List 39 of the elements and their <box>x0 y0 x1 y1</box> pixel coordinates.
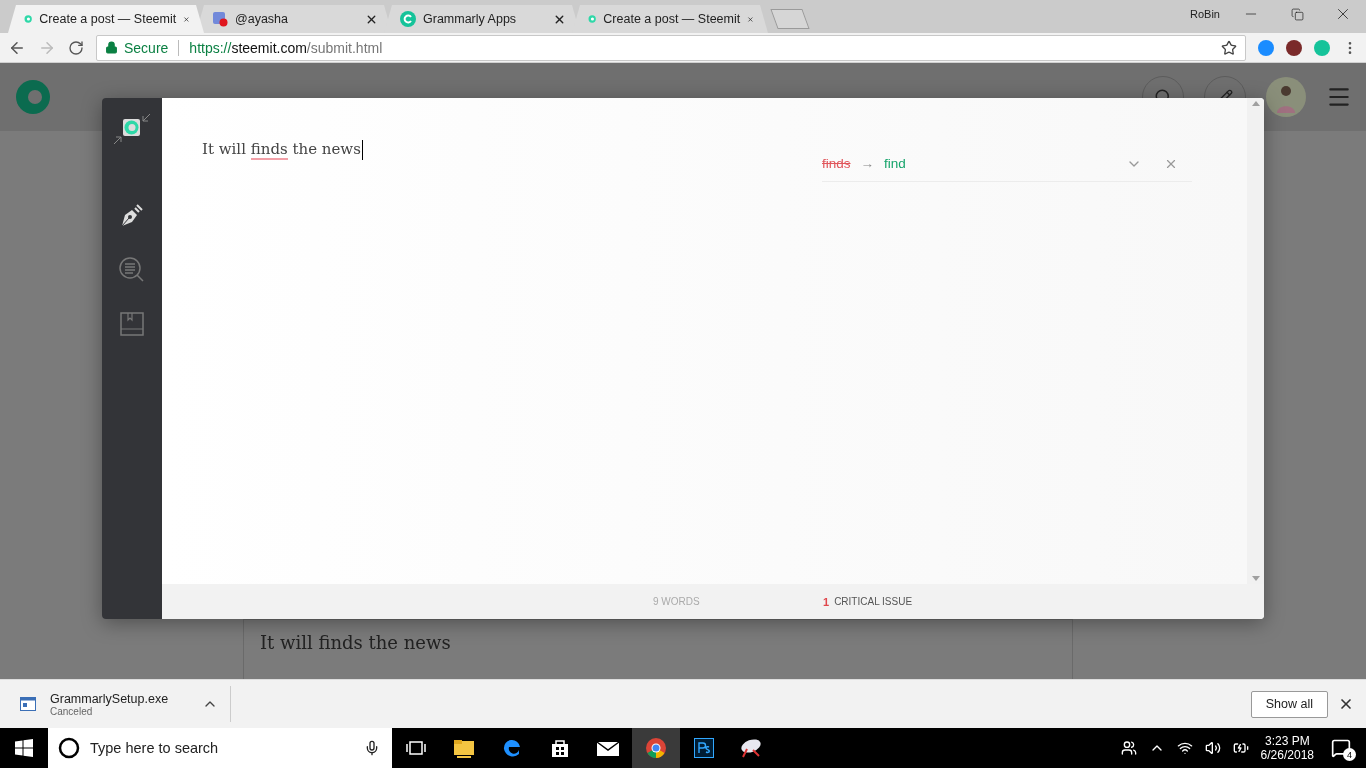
reload-icon[interactable] <box>68 39 84 56</box>
task-view-icon[interactable] <box>406 740 426 756</box>
avatar[interactable] <box>1266 77 1306 117</box>
windows-start-icon[interactable] <box>15 739 33 757</box>
microphone-icon[interactable] <box>364 740 380 756</box>
chat-icon <box>212 11 228 27</box>
pen-nib-icon[interactable] <box>119 202 145 228</box>
bookmark-star-icon[interactable] <box>1221 39 1237 56</box>
notification-button[interactable]: 4 <box>1326 733 1356 763</box>
book-icon[interactable] <box>120 312 144 336</box>
search-field[interactable]: Type here to search <box>48 728 392 768</box>
volume-icon[interactable] <box>1204 740 1221 756</box>
address-bar[interactable]: Secure https://steemit.com/submit.html <box>96 34 1246 61</box>
restore-icon[interactable] <box>1290 7 1304 21</box>
envelope-icon[interactable] <box>596 739 620 757</box>
people-icon[interactable] <box>1120 740 1137 756</box>
battery-icon[interactable] <box>1232 740 1249 756</box>
lock-icon <box>105 41 118 54</box>
suggestion-card[interactable]: finds → find <box>822 146 1192 182</box>
close-icon[interactable] <box>1338 696 1354 712</box>
word-count: 9 WORDS <box>653 596 701 607</box>
browser-e-icon[interactable] <box>501 737 523 759</box>
taskbar-app[interactable] <box>632 728 680 768</box>
issue-count[interactable]: 1 CRITICAL ISSUE <box>823 595 913 608</box>
collapse-logo-icon[interactable] <box>112 112 152 146</box>
search-document-icon[interactable] <box>118 256 146 284</box>
browser-tab[interactable]: Create a post — Steemit <box>8 5 204 33</box>
profile-name[interactable]: RoBin <box>1190 8 1220 20</box>
folder-icon[interactable] <box>453 738 475 758</box>
chrome-icon[interactable] <box>645 737 667 759</box>
file-icon <box>20 697 36 711</box>
photoshop-icon[interactable] <box>694 738 714 758</box>
download-item[interactable]: GrammarlySetup.exe Canceled <box>20 686 231 722</box>
clock[interactable]: 3:23 PM 6/26/2018 <box>1260 734 1314 762</box>
shopping-bag-icon[interactable] <box>550 738 570 758</box>
document-text[interactable]: It will finds the news <box>202 140 363 160</box>
show-all-button[interactable]: Show all <box>1250 690 1328 718</box>
wifi-icon[interactable] <box>1176 740 1193 756</box>
ring-icon <box>58 737 80 759</box>
